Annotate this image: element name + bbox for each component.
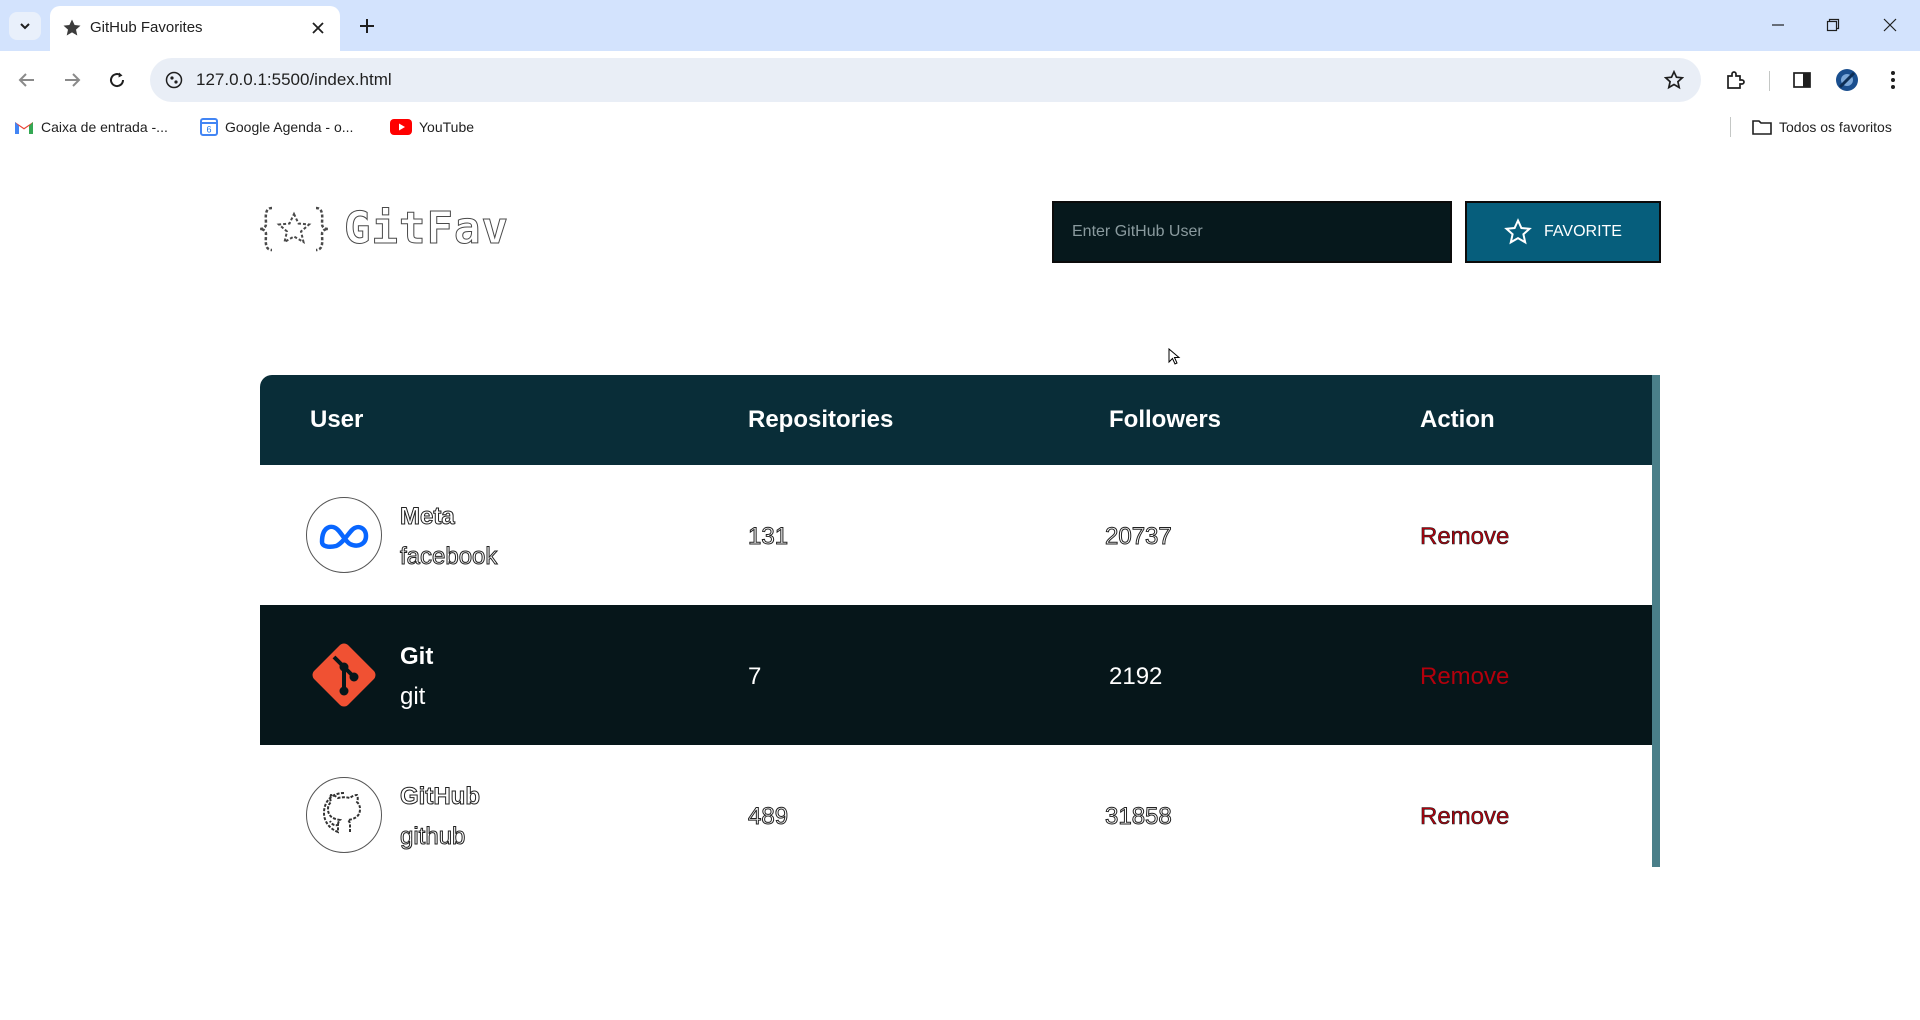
svg-text:6: 6 xyxy=(206,125,211,135)
table-row: GitHub github 489 31858 Remove xyxy=(260,745,1652,867)
all-bookmarks-label: Todos os favoritos xyxy=(1779,119,1892,135)
bookmark-google-agenda[interactable]: 6 Google Agenda - o... xyxy=(200,117,353,137)
bookmark-label: YouTube xyxy=(419,119,475,135)
browser-toolbar: 127.0.0.1:5500/index.html xyxy=(0,51,1920,109)
plus-icon xyxy=(360,19,374,33)
favorite-button[interactable]: FAVORITE xyxy=(1465,201,1661,263)
user-login: git xyxy=(400,683,426,710)
table-row: Git git 7 2192 Remove xyxy=(260,605,1652,745)
reload-button[interactable] xyxy=(100,63,134,97)
bookmark-label: Google Agenda - o... xyxy=(225,119,354,135)
user-name: GitHub xyxy=(400,783,481,811)
site-info-button[interactable] xyxy=(162,68,186,92)
bookmark-star-button[interactable] xyxy=(1661,67,1687,93)
back-button[interactable] xyxy=(10,63,44,97)
star-outline-icon xyxy=(1664,70,1684,90)
github-octocat-icon xyxy=(322,792,362,834)
remove-button[interactable]: Remove xyxy=(1420,663,1509,691)
bookmarks-divider xyxy=(1730,117,1731,137)
github-user-input[interactable] xyxy=(1052,201,1452,263)
column-header-repositories: Repositories xyxy=(748,406,894,433)
app-logo: GitFav xyxy=(258,203,509,255)
menu-button[interactable] xyxy=(1876,63,1910,97)
side-panel-button[interactable] xyxy=(1785,63,1819,97)
favorite-button-label: FAVORITE xyxy=(1544,223,1622,240)
bookmark-gmail[interactable]: Caixa de entrada -... xyxy=(14,117,168,137)
remove-button[interactable]: Remove xyxy=(1420,523,1510,551)
minimize-icon xyxy=(1772,24,1784,26)
folder-icon xyxy=(1752,120,1772,135)
side-panel-icon xyxy=(1793,72,1811,88)
restore-icon xyxy=(1826,18,1840,32)
avatar xyxy=(306,497,382,573)
new-tab-button[interactable] xyxy=(352,11,382,41)
git-logo-icon xyxy=(312,643,376,707)
minimize-button[interactable] xyxy=(1760,10,1796,40)
followers-count: 2192 xyxy=(1109,663,1163,690)
close-window-button[interactable] xyxy=(1872,10,1908,40)
star-favicon-icon xyxy=(63,19,81,36)
table-header: User Repositories Followers Action xyxy=(260,375,1652,465)
bookmark-youtube[interactable]: YouTube xyxy=(390,117,474,137)
repositories-count: 131 xyxy=(747,523,789,551)
forward-button[interactable] xyxy=(55,63,89,97)
bookmark-label: Caixa de entrada -... xyxy=(41,119,168,135)
url-text[interactable]: 127.0.0.1:5500/index.html xyxy=(196,70,392,90)
bookmarks-bar: Caixa de entrada -... 6 Google Agenda - … xyxy=(0,109,1920,145)
puzzle-icon xyxy=(1727,71,1745,89)
all-bookmarks-button[interactable]: Todos os favoritos xyxy=(1752,117,1892,137)
toolbar-divider xyxy=(1769,71,1770,91)
profile-avatar-icon xyxy=(1836,69,1858,91)
repositories-count: 7 xyxy=(748,663,762,690)
more-vertical-icon xyxy=(1891,71,1895,89)
app-page: GitFav FAVORITE User Repositories Follow… xyxy=(0,145,1920,1020)
followers-count: 20737 xyxy=(1105,523,1173,551)
user-name: Git xyxy=(400,643,434,670)
browser-tab-active[interactable]: GitHub Favorites xyxy=(50,6,340,51)
user-login: facebook xyxy=(399,543,498,571)
mouse-cursor-icon xyxy=(1168,348,1181,365)
browser-tab-bar: GitHub Favorites xyxy=(0,0,1920,51)
arrow-left-icon xyxy=(18,73,34,87)
user-name: Meta xyxy=(400,503,456,531)
column-header-followers: Followers xyxy=(1109,406,1222,433)
youtube-icon xyxy=(390,119,412,135)
tab-search-button[interactable] xyxy=(9,12,41,40)
avatar xyxy=(306,637,382,713)
star-outline-icon xyxy=(1504,218,1532,245)
arrow-right-icon xyxy=(65,73,81,87)
meta-logo-icon xyxy=(319,524,369,550)
remove-button[interactable]: Remove xyxy=(1420,803,1510,831)
profile-button[interactable] xyxy=(1830,63,1864,97)
favorites-table: User Repositories Followers Action Meta … xyxy=(260,375,1660,867)
column-header-action: Action xyxy=(1420,406,1495,433)
user-login: github xyxy=(399,823,466,851)
avatar xyxy=(306,777,382,853)
table-scrollbar[interactable] xyxy=(1652,375,1660,867)
followers-count: 31858 xyxy=(1105,803,1173,831)
table-row: Meta facebook 131 20737 Remove xyxy=(260,465,1652,605)
tune-icon xyxy=(165,71,183,89)
repositories-count: 489 xyxy=(747,803,789,831)
close-icon xyxy=(1883,18,1897,32)
restore-button[interactable] xyxy=(1815,10,1851,40)
extensions-button[interactable] xyxy=(1718,63,1752,97)
column-header-user: User xyxy=(310,406,364,433)
gmail-icon xyxy=(15,122,33,134)
google-calendar-icon: 6 xyxy=(200,118,218,136)
tab-close-button[interactable] xyxy=(306,16,330,40)
reload-icon xyxy=(110,72,125,88)
close-icon xyxy=(312,22,324,34)
chevron-down-icon xyxy=(20,23,30,30)
tab-title: GitHub Favorites xyxy=(90,19,203,36)
braces-star-logo-icon xyxy=(259,206,329,251)
logo-text: GitFav xyxy=(344,203,509,255)
address-bar[interactable]: 127.0.0.1:5500/index.html xyxy=(150,58,1701,102)
